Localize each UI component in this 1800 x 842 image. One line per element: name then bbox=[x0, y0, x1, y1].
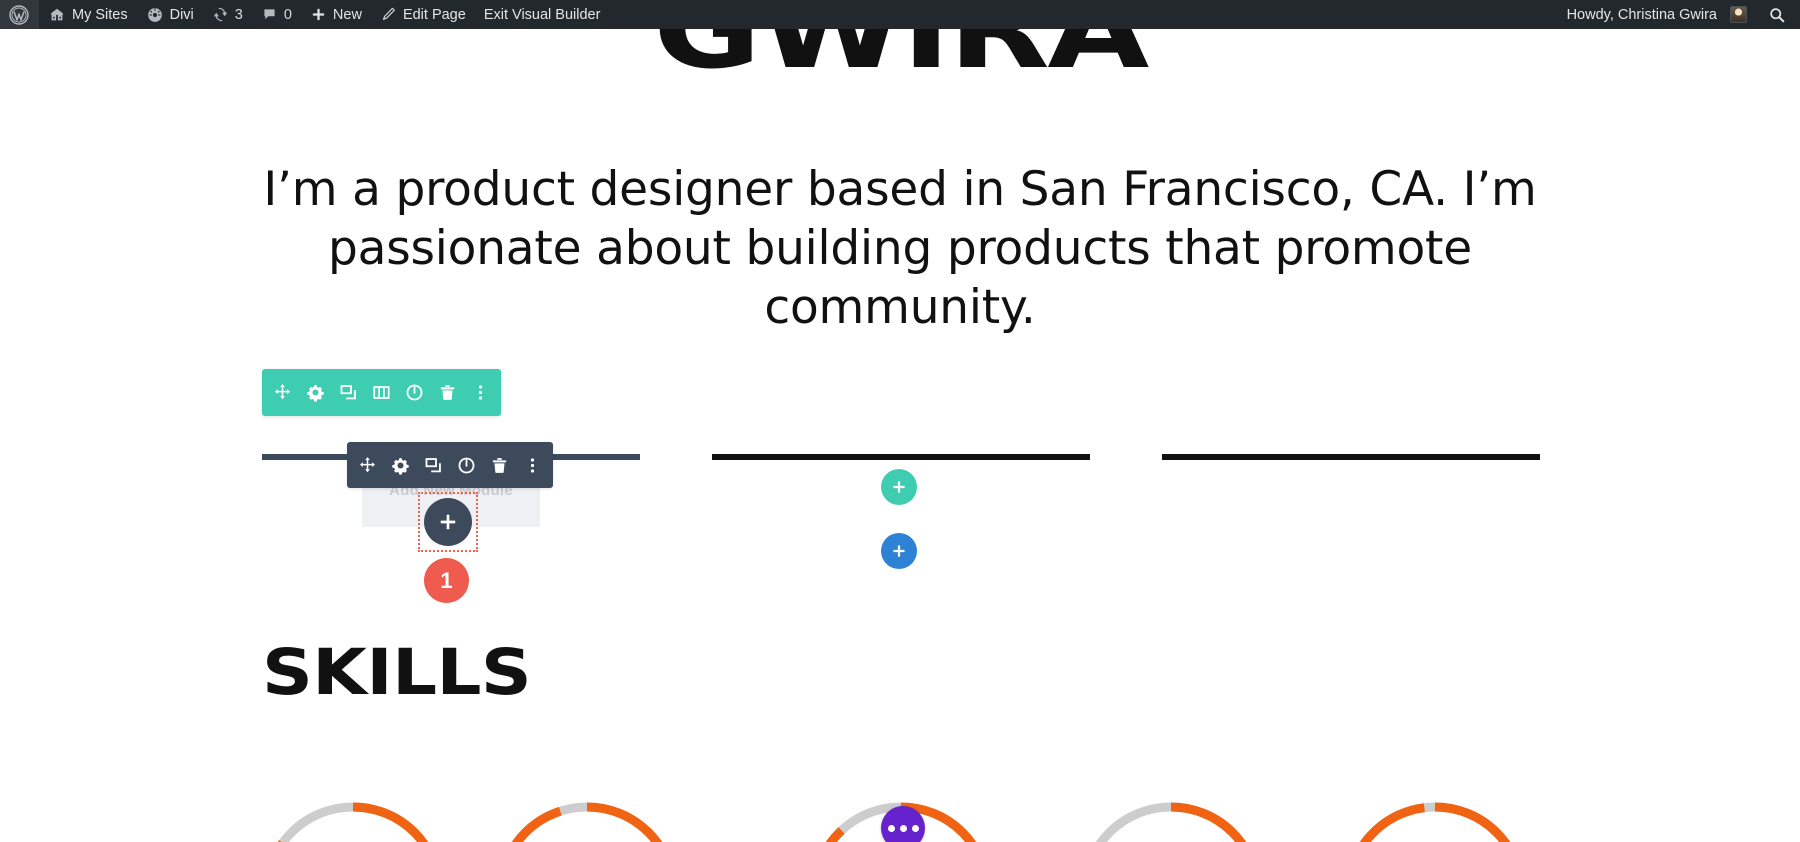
comments-icon bbox=[261, 6, 278, 23]
power-icon bbox=[457, 456, 476, 475]
column-divider-3 bbox=[1162, 454, 1540, 460]
section-disable-button[interactable] bbox=[398, 371, 431, 415]
circle-counter-2 bbox=[492, 799, 682, 842]
greeting-text: Howdy, Christina Gwira bbox=[1566, 6, 1717, 23]
wp-admin-bar: My Sites Divi 3 0 New Edit Page Exit Vis… bbox=[0, 0, 1800, 29]
gear-icon bbox=[306, 383, 325, 402]
admin-bar-label: Edit Page bbox=[402, 6, 466, 23]
add-module-icon bbox=[440, 514, 456, 530]
admin-bar-right-group: Howdy, Christina Gwira bbox=[1558, 0, 1800, 29]
more-dots-icon bbox=[523, 456, 542, 475]
row-disable-button[interactable] bbox=[450, 443, 483, 487]
skills-heading: SKILLS bbox=[262, 636, 532, 709]
add-row-button[interactable] bbox=[881, 469, 917, 505]
admin-bar-label: Divi bbox=[169, 6, 194, 23]
module-more-options-button[interactable] bbox=[881, 806, 925, 842]
wordpress-logo-button[interactable] bbox=[0, 0, 39, 29]
more-dots-icon bbox=[471, 383, 490, 402]
row-toolbar bbox=[347, 442, 553, 488]
gear-icon bbox=[391, 456, 410, 475]
row-settings-button[interactable] bbox=[384, 443, 417, 487]
updates-count: 3 bbox=[234, 6, 243, 23]
circle-counter-5 bbox=[1340, 799, 1530, 842]
pencil-icon bbox=[380, 6, 397, 23]
admin-bar-item-comments[interactable]: 0 bbox=[252, 0, 301, 29]
section-delete-button[interactable] bbox=[431, 371, 464, 415]
page-canvas: GWIRA I’m a product designer based in Sa… bbox=[0, 29, 1800, 842]
columns-icon bbox=[372, 383, 391, 402]
trash-icon bbox=[438, 383, 457, 402]
divi-icon bbox=[146, 6, 164, 24]
updates-icon bbox=[212, 6, 229, 23]
admin-bar-item-exit-visual-builder[interactable]: Exit Visual Builder bbox=[475, 0, 610, 29]
my-sites-icon bbox=[48, 6, 66, 24]
section-duplicate-button[interactable] bbox=[332, 371, 365, 415]
move-icon bbox=[273, 383, 292, 402]
admin-bar-search-button[interactable] bbox=[1756, 0, 1800, 29]
wordpress-logo-icon bbox=[9, 4, 29, 25]
column-dividers bbox=[0, 424, 1800, 460]
account-menu[interactable]: Howdy, Christina Gwira bbox=[1558, 0, 1756, 29]
row-move-button[interactable] bbox=[351, 443, 384, 487]
plus-icon bbox=[893, 545, 905, 557]
dot-icon bbox=[911, 824, 919, 832]
admin-bar-item-updates[interactable]: 3 bbox=[203, 0, 252, 29]
search-icon bbox=[1768, 6, 1786, 24]
intro-paragraph: I’m a product designer based in San Fran… bbox=[263, 162, 1537, 335]
row-delete-button[interactable] bbox=[483, 443, 516, 487]
column-divider-2 bbox=[712, 454, 1090, 460]
circle-counter-4 bbox=[1076, 799, 1266, 842]
section-move-button[interactable] bbox=[266, 371, 299, 415]
duplicate-icon bbox=[339, 383, 358, 402]
comments-count: 0 bbox=[283, 6, 292, 23]
status-badge[interactable]: 1 bbox=[424, 558, 469, 603]
admin-bar-item-my-sites[interactable]: My Sites bbox=[39, 0, 137, 29]
row-duplicate-button[interactable] bbox=[417, 443, 450, 487]
section-settings-button[interactable] bbox=[299, 371, 332, 415]
duplicate-icon bbox=[424, 456, 443, 475]
circle-counter-1 bbox=[258, 799, 448, 842]
avatar bbox=[1730, 6, 1747, 23]
move-icon bbox=[358, 456, 377, 475]
plus-icon bbox=[893, 481, 905, 493]
admin-bar-label: Exit Visual Builder bbox=[483, 6, 601, 23]
admin-bar-item-divi[interactable]: Divi bbox=[137, 0, 203, 29]
trash-icon bbox=[490, 456, 509, 475]
admin-bar-item-edit-page[interactable]: Edit Page bbox=[371, 0, 475, 29]
add-section-button[interactable] bbox=[881, 533, 917, 569]
site-title: GWIRA bbox=[653, 29, 1149, 93]
dot-icon bbox=[899, 824, 907, 832]
power-icon bbox=[405, 383, 424, 402]
add-module-button[interactable] bbox=[424, 498, 472, 546]
section-columns-button[interactable] bbox=[365, 371, 398, 415]
plus-icon bbox=[310, 6, 327, 23]
section-more-button[interactable] bbox=[464, 371, 497, 415]
admin-bar-label: New bbox=[332, 6, 362, 23]
admin-bar-label: My Sites bbox=[72, 6, 128, 23]
section-toolbar bbox=[262, 369, 501, 416]
row-more-button[interactable] bbox=[516, 443, 549, 487]
add-module-selection bbox=[418, 492, 478, 552]
admin-bar-item-new[interactable]: New bbox=[301, 0, 371, 29]
dot-icon bbox=[887, 824, 895, 832]
